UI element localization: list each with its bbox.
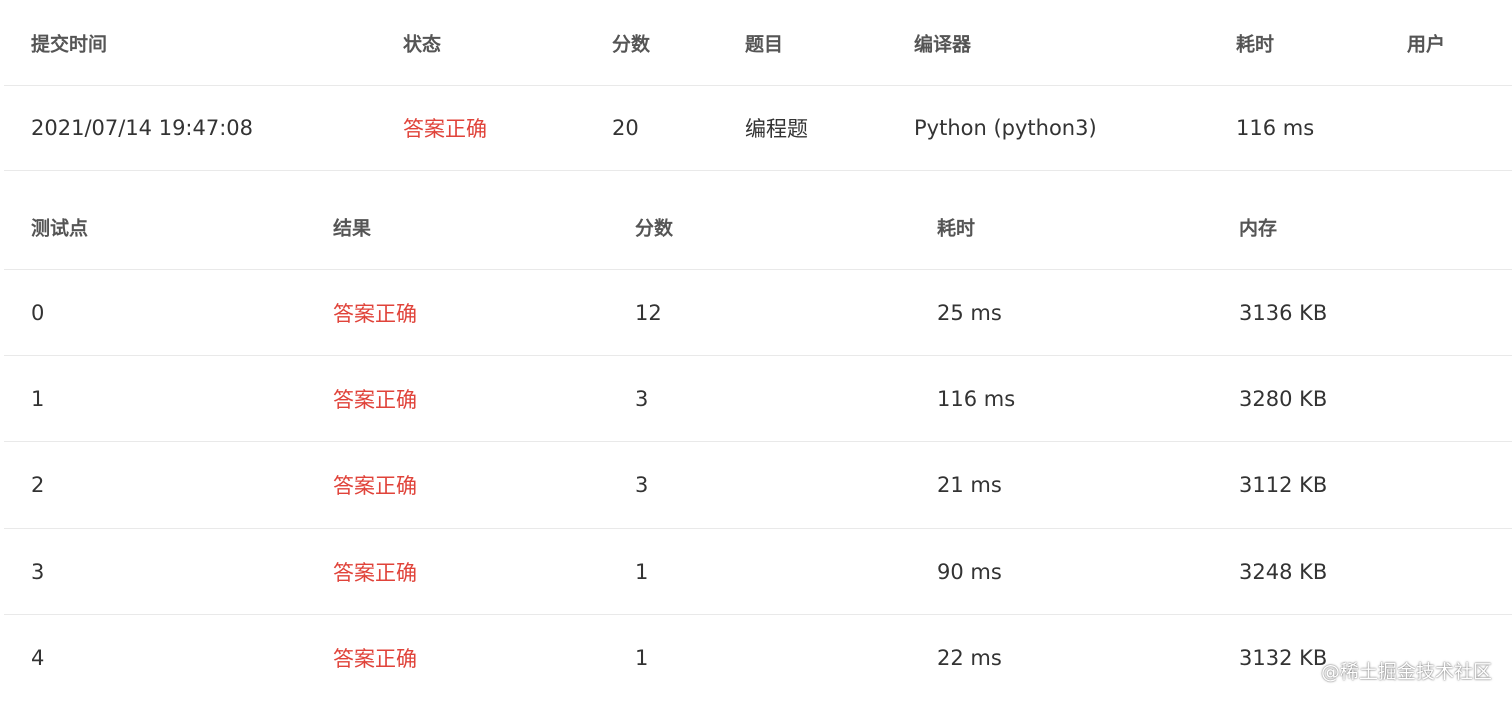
header-problem: 题目 [745, 33, 784, 55]
testcase-score: 12 [635, 300, 662, 325]
header-submit-time: 提交时间 [31, 33, 108, 55]
testcase-elapsed: 22 ms [937, 646, 1002, 670]
testcase-memory: 3248 KB [1239, 559, 1328, 584]
testcase-elapsed: 25 ms [937, 300, 1002, 325]
table-row: 1 答案正确 3 116 ms 3280 KB [4, 356, 1512, 442]
header-status: 状态 [403, 33, 442, 55]
testcase-score: 3 [635, 473, 649, 497]
testcase-id: 3 [31, 559, 45, 584]
testcase-result: 答案正确 [333, 474, 417, 498]
table-row: 4 答案正确 1 22 ms 3132 KB [4, 615, 1512, 701]
testcase-score: 3 [635, 386, 649, 411]
header-user: 用户 [1407, 33, 1446, 55]
testcase-table: 测试点 结果 分数 耗时 内存 0 答案正确 12 25 ms 3136 KB … [4, 185, 1512, 701]
header-result: 结果 [333, 217, 372, 240]
header-testcase-score: 分数 [635, 217, 674, 240]
testcase-memory: 3136 KB [1239, 300, 1328, 325]
problem-type[interactable]: 编程题 [745, 113, 808, 143]
testcase-result: 答案正确 [333, 560, 417, 585]
testcase-memory: 3280 KB [1239, 386, 1328, 411]
testcase-elapsed: 116 ms [937, 386, 1016, 411]
table-row: 3 答案正确 1 90 ms 3248 KB [4, 529, 1512, 615]
submission-score: 20 [612, 116, 639, 140]
testcase-id: 1 [31, 386, 45, 411]
testcase-memory: 3132 KB [1239, 646, 1328, 670]
testcase-id: 0 [31, 300, 45, 325]
testcase-elapsed: 90 ms [937, 559, 1002, 584]
header-compiler: 编译器 [914, 33, 972, 55]
testcase-elapsed: 21 ms [937, 473, 1002, 497]
header-score: 分数 [612, 33, 651, 55]
header-testcase: 测试点 [31, 217, 89, 240]
testcase-memory: 3112 KB [1239, 473, 1328, 497]
header-elapsed: 耗时 [1236, 33, 1275, 55]
testcase-result: 答案正确 [333, 301, 417, 326]
header-memory: 内存 [1239, 217, 1278, 240]
testcase-id: 2 [31, 473, 45, 497]
testcase-result: 答案正确 [333, 387, 417, 412]
submission-status[interactable]: 答案正确 [403, 113, 487, 143]
table-row: 2 答案正确 3 21 ms 3112 KB [4, 442, 1512, 529]
testcase-id: 4 [31, 646, 45, 670]
header-testcase-elapsed: 耗时 [937, 217, 976, 240]
watermark: @稀土掘金技术社区 [1320, 661, 1492, 683]
submission-table: 提交时间 状态 分数 题目 编译器 耗时 用户 2021/07/14 19:47… [4, 0, 1512, 171]
submit-time: 2021/07/14 19:47:08 [31, 116, 254, 140]
testcase-header-row: 测试点 结果 分数 耗时 内存 [4, 185, 1512, 270]
submission-header-row: 提交时间 状态 分数 题目 编译器 耗时 用户 [4, 0, 1512, 86]
testcase-result: 答案正确 [333, 647, 417, 671]
testcase-score: 1 [635, 646, 649, 670]
submission-elapsed: 116 ms [1236, 116, 1315, 140]
compiler: Python (python3) [914, 116, 1097, 140]
testcase-score: 1 [635, 559, 649, 584]
table-row: 0 答案正确 12 25 ms 3136 KB [4, 270, 1512, 356]
submission-row: 2021/07/14 19:47:08 答案正确 20 编程题 Python (… [4, 86, 1512, 171]
